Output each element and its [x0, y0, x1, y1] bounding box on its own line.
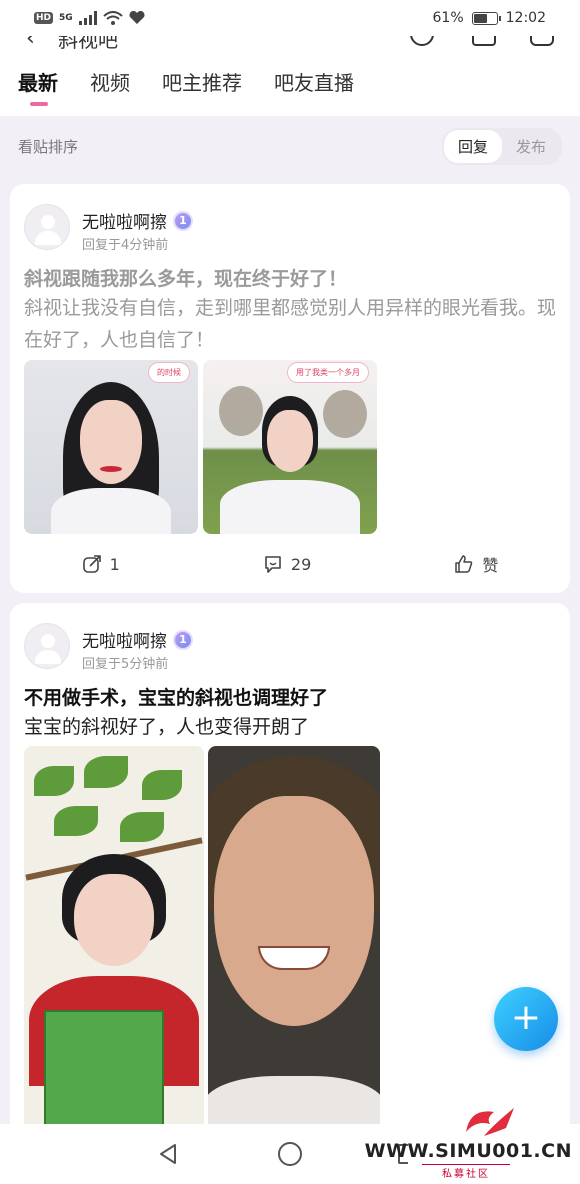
post-card[interactable]: 无啦啦啊擦 1 回复于4分钟前 斜视跟随我那么多年，现在终于好了！ 斜视让我没有…	[10, 184, 570, 593]
post-body: 宝宝的斜视好了，人也变得开朗了	[24, 716, 310, 738]
post-image[interactable]	[24, 746, 204, 1143]
system-nav-bar: WWW.SIMU001.CN 私募社区	[0, 1108, 580, 1184]
face	[214, 796, 374, 1026]
level-badge-icon: 1	[173, 629, 193, 650]
hd-icon: HD	[34, 12, 54, 24]
share-count: 1	[109, 554, 120, 574]
sort-reply-button[interactable]: 回复	[443, 129, 502, 163]
leaf	[34, 766, 74, 796]
post-image[interactable]	[208, 746, 380, 1143]
bell-icon[interactable]	[472, 36, 496, 46]
battery-icon	[471, 11, 501, 25]
leaf	[142, 770, 182, 800]
battery-level	[473, 13, 487, 23]
watermark-subtitle: 私募社区	[422, 1164, 510, 1180]
comment-button[interactable]: 29	[263, 554, 311, 574]
tab-label: 吧友直播	[274, 71, 354, 95]
avatar[interactable]	[24, 204, 70, 250]
sort-label: 看贴排序	[18, 137, 79, 156]
watermark-logo-icon	[466, 1108, 514, 1136]
level-badge-icon: 1	[173, 210, 193, 231]
nav-home-icon[interactable]	[278, 1142, 302, 1166]
face	[267, 410, 313, 472]
app-header: ‹ 斜视吧	[0, 36, 580, 50]
post-author[interactable]: 无啦啦啊擦 1	[82, 627, 193, 652]
tab-indicator	[30, 102, 48, 106]
nav-back-icon[interactable]	[156, 1142, 180, 1166]
page-title: 斜视吧	[58, 36, 118, 50]
new-post-button[interactable]: +	[494, 987, 558, 1051]
signal-icon	[78, 11, 97, 25]
network-type: 5G	[59, 13, 73, 23]
post-meta: 回复于4分钟前	[82, 238, 169, 253]
thumbs-up-icon	[455, 555, 473, 573]
leaf	[54, 806, 98, 836]
comment-icon	[265, 556, 281, 573]
post-meta: 回复于5分钟前	[82, 657, 169, 672]
post-actions: 1 29 赞	[10, 546, 570, 582]
tab-latest[interactable]: 最新	[18, 68, 58, 106]
post-title: 斜视跟随我那么多年，现在终于好了！	[24, 268, 348, 290]
tab-video[interactable]: 视频	[90, 68, 130, 98]
sort-toggle: 回复 发布	[441, 127, 562, 165]
tab-label: 最新	[18, 71, 58, 95]
shirt	[51, 488, 171, 534]
share-icon	[82, 555, 101, 573]
share-button[interactable]: 1	[82, 554, 120, 574]
face	[74, 874, 154, 966]
tab-label: 视频	[90, 71, 130, 95]
like-label: 赞	[482, 556, 499, 575]
avatar[interactable]	[24, 623, 70, 669]
search-icon[interactable]	[410, 36, 434, 46]
heart-icon	[129, 11, 145, 24]
lips	[100, 466, 122, 472]
more-icon[interactable]	[530, 36, 554, 46]
post-body: 斜视让我没有自信，走到哪里都感觉别人用异样的眼光看我。现在好了，人也自信了！	[24, 297, 557, 351]
clock: 12:02	[505, 10, 546, 26]
status-bar: HD 5G 61% 12:02	[0, 0, 580, 36]
like-button[interactable]: 赞	[454, 552, 498, 576]
tab-live[interactable]: 吧友直播	[274, 68, 354, 98]
image-caption: 用了我类一个多月	[287, 362, 369, 383]
leaf	[120, 812, 164, 842]
wifi-icon	[103, 11, 123, 25]
post-author[interactable]: 无啦啦啊擦 1	[82, 208, 193, 233]
username: 无啦啦啊擦	[82, 632, 167, 652]
shirt	[220, 480, 360, 534]
tab-label: 吧主推荐	[162, 71, 242, 95]
post-card[interactable]: 无啦啦啊擦 1 回复于5分钟前 不用做手术，宝宝的斜视也调理好了 宝宝的斜视好了…	[10, 603, 570, 1143]
post-title: 不用做手术，宝宝的斜视也调理好了	[24, 687, 329, 709]
watermark-text: WWW.SIMU001.CN	[364, 1140, 572, 1162]
tab-recommended[interactable]: 吧主推荐	[162, 68, 242, 98]
post-image[interactable]: 用了我类一个多月	[203, 360, 377, 534]
battery-percent: 61%	[432, 10, 464, 26]
sort-publish-button[interactable]: 发布	[502, 130, 560, 163]
leaf	[84, 756, 128, 788]
comment-count: 29	[290, 554, 312, 574]
drawing	[44, 1010, 164, 1130]
tab-bar: 最新 视频 吧主推荐 吧友直播	[0, 50, 580, 116]
sort-row: 看贴排序 回复 发布	[0, 118, 580, 174]
image-caption: 的时候	[148, 362, 190, 383]
back-icon[interactable]: ‹	[26, 36, 35, 50]
tree	[219, 386, 263, 436]
tree	[323, 390, 367, 438]
post-image[interactable]: 的时候	[24, 360, 198, 534]
username: 无啦啦啊擦	[82, 213, 167, 233]
